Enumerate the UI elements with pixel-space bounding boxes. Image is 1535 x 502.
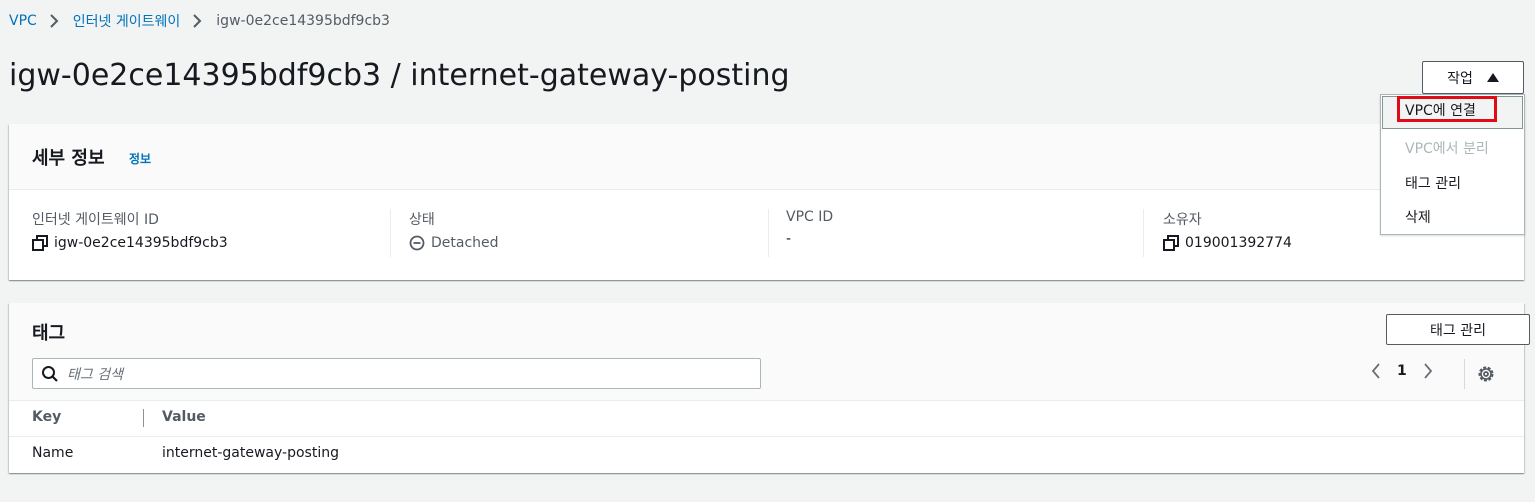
field-state: 상태 Detached [409, 209, 499, 251]
field-vpc-id: VPC ID - [786, 209, 833, 247]
menu-item-detach-vpc: VPC에서 분리 [1405, 141, 1489, 157]
field-label: VPC ID [786, 209, 834, 225]
page-title: igw-0e2ce14395bdf9cb3 / internet-gateway… [9, 58, 790, 93]
search-icon [41, 365, 59, 383]
field-value: Detached [431, 235, 499, 251]
highlight-box [1397, 96, 1497, 122]
chevron-right-icon [49, 14, 59, 28]
field-label: 소유자 [1163, 212, 1202, 228]
field-value: 019001392774 [1185, 235, 1292, 251]
details-panel: 세부 정보 정보 인터넷 게이트웨이 ID igw-0e2ce14395bdf9… [9, 124, 1524, 280]
details-title: 세부 정보 [32, 148, 105, 169]
manage-tags-button[interactable]: 태그 관리 [1386, 314, 1530, 345]
field-igw-id: 인터넷 게이트웨이 ID igw-0e2ce14395bdf9cb3 [32, 209, 228, 251]
tags-title: 태그 [32, 323, 66, 344]
breadcrumb-igw-link[interactable]: 인터넷 게이트웨이 [73, 11, 181, 31]
copy-icon[interactable] [1163, 235, 1179, 251]
field-label: 상태 [409, 212, 435, 228]
column-divider [768, 209, 769, 257]
tag-search-input[interactable]: 태그 검색 [32, 358, 761, 389]
status-stopped-icon [409, 235, 425, 251]
pager-divider [1464, 359, 1465, 389]
info-link[interactable]: 정보 [129, 150, 151, 167]
breadcrumb-current: igw-0e2ce14395bdf9cb3 [216, 13, 390, 29]
prev-page-icon[interactable] [1371, 363, 1381, 379]
breadcrumb-vpc-link[interactable]: VPC [9, 13, 37, 29]
pagination: 1 [1371, 363, 1433, 379]
menu-item-manage-tags[interactable]: 태그 관리 [1405, 173, 1461, 193]
field-value: igw-0e2ce14395bdf9cb3 [54, 235, 228, 251]
column-header-value: Value [162, 409, 206, 425]
column-header-key: Key [32, 409, 62, 425]
page-number[interactable]: 1 [1397, 363, 1407, 379]
column-divider [1143, 209, 1144, 257]
actions-label: 작업 [1447, 70, 1473, 87]
breadcrumb: VPC 인터넷 게이트웨이 igw-0e2ce14395bdf9cb3 [9, 11, 390, 31]
search-placeholder: 태그 검색 [67, 366, 123, 383]
actions-button[interactable]: 작업 [1422, 61, 1524, 94]
table-cell-value: internet-gateway-posting [162, 445, 339, 461]
next-page-icon[interactable] [1423, 363, 1433, 379]
caret-up-icon [1486, 73, 1499, 82]
column-divider [143, 409, 144, 427]
menu-item-delete[interactable]: 삭제 [1405, 207, 1431, 227]
field-label: 인터넷 게이트웨이 ID [32, 212, 159, 228]
tags-panel: 태그 태그 관리 태그 검색 1 Key Value Name internet… [9, 303, 1530, 473]
table-cell-key: Name [32, 445, 74, 461]
tags-header: 태그 태그 관리 태그 검색 1 [9, 303, 1530, 401]
copy-icon[interactable] [32, 235, 48, 251]
field-owner: 소유자 019001392774 [1163, 209, 1292, 251]
gear-icon[interactable] [1476, 364, 1496, 384]
details-header: 세부 정보 정보 [9, 124, 1524, 190]
chevron-right-icon [192, 14, 202, 28]
column-divider [390, 209, 391, 257]
field-value: - [786, 231, 792, 247]
row-divider [9, 436, 1524, 437]
